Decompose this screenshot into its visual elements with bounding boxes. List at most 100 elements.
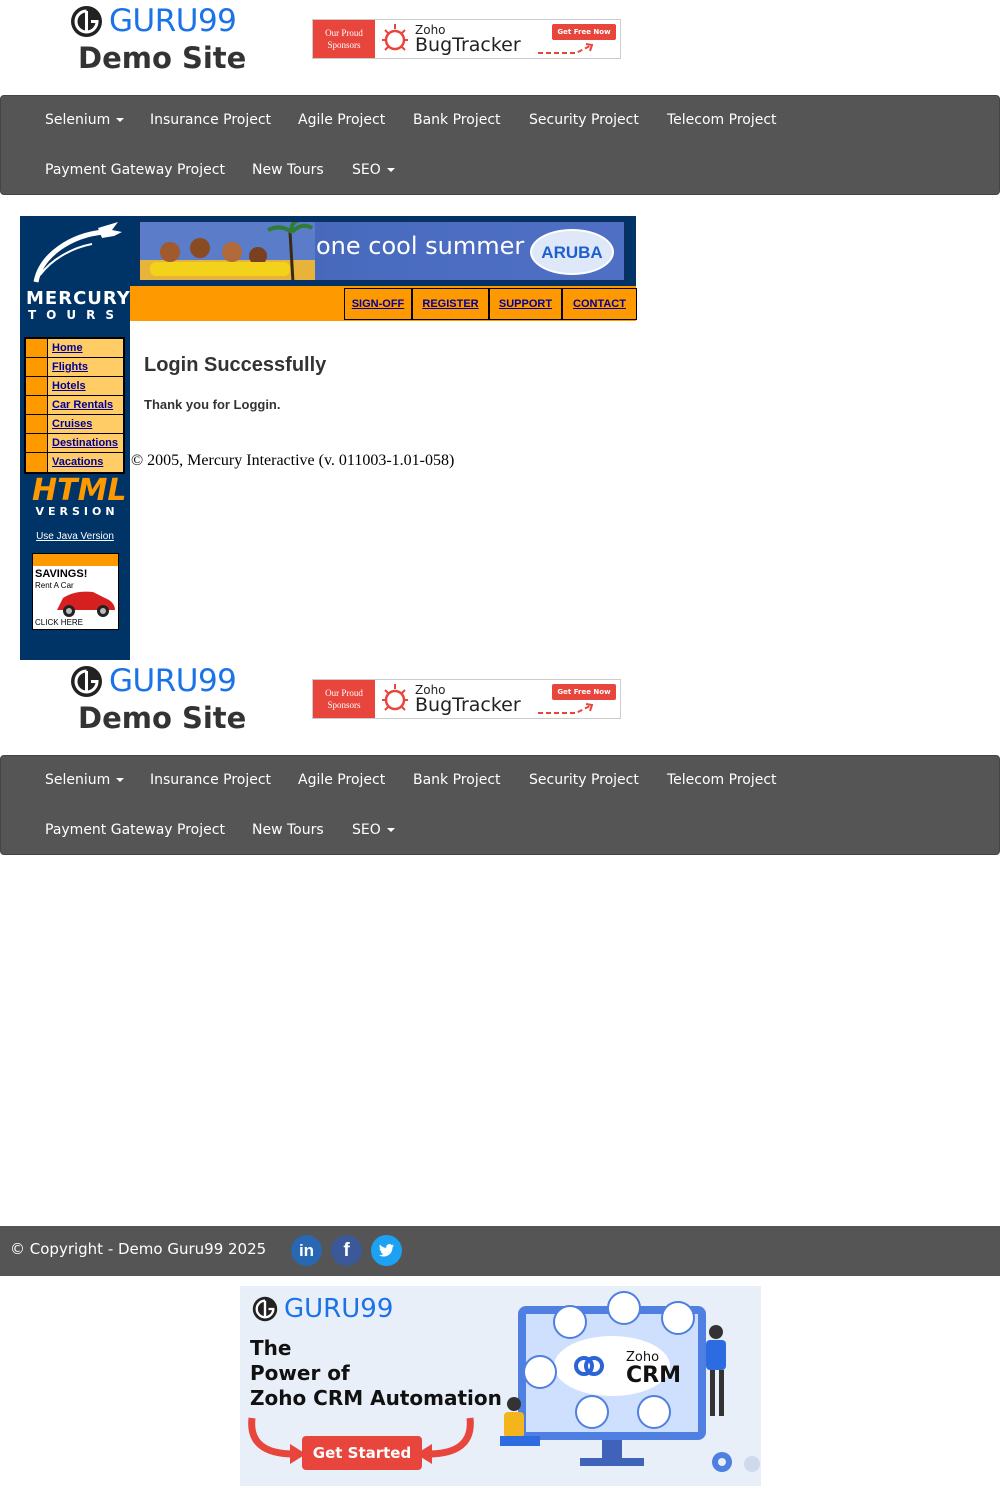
sponsor-cta-button[interactable]: Get Free Now [552, 684, 616, 700]
side-menu-link-flights[interactable]: Flights [48, 358, 123, 376]
nav-seo-label: SEO [352, 162, 381, 178]
side-menu-link-vacations[interactable]: Vacations [48, 453, 123, 472]
page-title: Login Successfully [144, 354, 327, 376]
crm-ad-headline: The Power of Zoho CRM Automation [250, 1336, 502, 1411]
crm-ad-crm: CRM [626, 1363, 681, 1388]
menu-bullet [26, 415, 48, 433]
nav-telecom-project[interactable]: Telecom Project [667, 772, 777, 788]
nav-seo[interactable]: SEO [352, 822, 395, 838]
side-menu-item-home: Home [26, 339, 123, 358]
side-menu-item-hotels: Hotels [26, 377, 123, 396]
brand-name: GURU99 [109, 3, 237, 39]
caret-down-icon [386, 828, 395, 832]
side-menu-link-home[interactable]: Home [48, 339, 123, 357]
side-menu-item-destinations: Destinations [26, 434, 123, 453]
aruba-banner[interactable]: one cool summer ARUBA [139, 221, 625, 281]
sponsor-banner[interactable]: Our Proud Sponsors Zoho BugTracker Get F… [312, 679, 621, 719]
sponsor-cta-button[interactable]: Get Free Now [552, 24, 616, 40]
guru99-logo[interactable]: GURU99 Demo Site [70, 663, 246, 740]
side-menu-link-hotels[interactable]: Hotels [48, 377, 123, 395]
nav-seo-label: SEO [352, 822, 381, 838]
register-link[interactable]: REGISTER [412, 288, 489, 320]
nav-agile-project[interactable]: Agile Project [298, 772, 385, 788]
nav-payment-gateway-project[interactable]: Payment Gateway Project [45, 162, 225, 178]
mercury-side-menu: Home Flights Hotels Car Rentals Cruises … [24, 337, 125, 474]
side-menu-link-destinations[interactable]: Destinations [48, 434, 123, 452]
arrow-icon [538, 43, 594, 54]
twitter-icon[interactable] [371, 1235, 402, 1266]
guru99-logo-icon [71, 5, 102, 37]
linkedin-icon[interactable]: in [291, 1235, 322, 1266]
sponsor-label-line2: Sponsors [327, 40, 361, 50]
page-footer: © Copyright - Demo Guru99 2025 in f [0, 1226, 1000, 1276]
caret-down-icon [386, 168, 395, 172]
nav-security-project[interactable]: Security Project [529, 772, 639, 788]
menu-bullet [26, 396, 48, 414]
nav-selenium-label: Selenium [45, 112, 111, 128]
rent-a-car-ad[interactable]: SAVINGS! Rent A Car CLICK HERE [32, 553, 119, 630]
zoho-crm-ad[interactable]: GURU99 The Power of Zoho CRM Automation … [240, 1286, 761, 1486]
banner-text: one cool summer [316, 232, 525, 260]
sponsor-label-line1: Our Proud [325, 28, 363, 38]
side-menu-item-cruises: Cruises [26, 415, 123, 434]
menu-bullet [26, 453, 48, 472]
side-menu-link-cruises[interactable]: Cruises [48, 415, 123, 433]
menu-bullet [26, 377, 48, 395]
bug-icon [375, 680, 415, 718]
page-message: Thank you for Loggin. [144, 397, 281, 412]
html-version-word2: VERSION [35, 505, 119, 518]
crm-ad-line3: Zoho CRM Automation [250, 1386, 502, 1410]
nav-new-tours[interactable]: New Tours [252, 822, 324, 838]
crm-ad-brand: GURU99 [284, 1294, 394, 1324]
nav-agile-project[interactable]: Agile Project [298, 112, 385, 128]
ad-header-strip [33, 554, 118, 566]
sponsor-label: Our Proud Sponsors [313, 20, 375, 58]
sponsor-label: Our Proud Sponsors [313, 680, 375, 718]
nav-new-tours[interactable]: New Tours [252, 162, 324, 178]
ad-title: SAVINGS! [35, 568, 88, 580]
aruba-badge-text: ARUBA [541, 243, 603, 262]
use-java-version-link[interactable]: Use Java Version [20, 531, 130, 542]
caret-down-icon [116, 778, 125, 782]
menu-bullet [26, 358, 48, 376]
bug-icon [375, 20, 415, 58]
nav-bank-project[interactable]: Bank Project [413, 772, 501, 788]
site-subtitle: Demo Site [78, 41, 247, 75]
side-menu-item-flights: Flights [26, 358, 123, 377]
sponsor-label-line1: Our Proud [325, 688, 363, 698]
nav-insurance-project[interactable]: Insurance Project [150, 772, 271, 788]
mercury-copyright: © 2005, Mercury Interactive (v. 011003-1… [131, 452, 455, 469]
side-menu-item-vacations: Vacations [26, 453, 123, 472]
ad-cta: CLICK HERE [35, 618, 84, 627]
nav-telecom-project[interactable]: Telecom Project [667, 112, 777, 128]
nav-insurance-project[interactable]: Insurance Project [150, 112, 271, 128]
guru99-logo-icon [71, 665, 102, 697]
red-car-icon [57, 591, 115, 617]
sponsor-banner[interactable]: Our Proud Sponsors Zoho BugTracker Get F… [312, 19, 621, 59]
crm-ad-logo: GURU99 [252, 1294, 393, 1324]
mercury-plane-logo-icon [33, 222, 122, 283]
nav-security-project[interactable]: Security Project [529, 112, 639, 128]
nav-seo[interactable]: SEO [352, 162, 395, 178]
facebook-icon[interactable]: f [331, 1235, 362, 1266]
guru99-logo[interactable]: GURU99 Demo Site [70, 3, 247, 80]
nav-selenium[interactable]: Selenium [45, 112, 125, 128]
side-menu-link-car-rentals[interactable]: Car Rentals [48, 396, 123, 414]
contact-link[interactable]: CONTACT [562, 288, 637, 320]
crm-ad-line1: The [250, 1336, 292, 1360]
get-started-button[interactable]: Get Started [302, 1436, 422, 1470]
menu-bullet [26, 434, 48, 452]
main-navbar-duplicate: Selenium Insurance Project Agile Project… [0, 755, 1000, 855]
crm-ad-line2: Power of [250, 1361, 350, 1385]
sponsor-product: BugTracker [415, 33, 521, 56]
mercury-top-links-bar: SIGN-OFF REGISTER SUPPORT CONTACT [130, 286, 637, 321]
nav-selenium[interactable]: Selenium [45, 772, 125, 788]
nav-selenium-label: Selenium [45, 772, 111, 788]
mercury-logo-word2: TOURS [27, 308, 124, 322]
sponsor-product: BugTracker [415, 693, 521, 716]
support-link[interactable]: SUPPORT [489, 288, 562, 320]
nav-bank-project[interactable]: Bank Project [413, 112, 501, 128]
side-menu-item-car-rentals: Car Rentals [26, 396, 123, 415]
nav-payment-gateway-project[interactable]: Payment Gateway Project [45, 822, 225, 838]
sign-off-link[interactable]: SIGN-OFF [344, 288, 412, 320]
